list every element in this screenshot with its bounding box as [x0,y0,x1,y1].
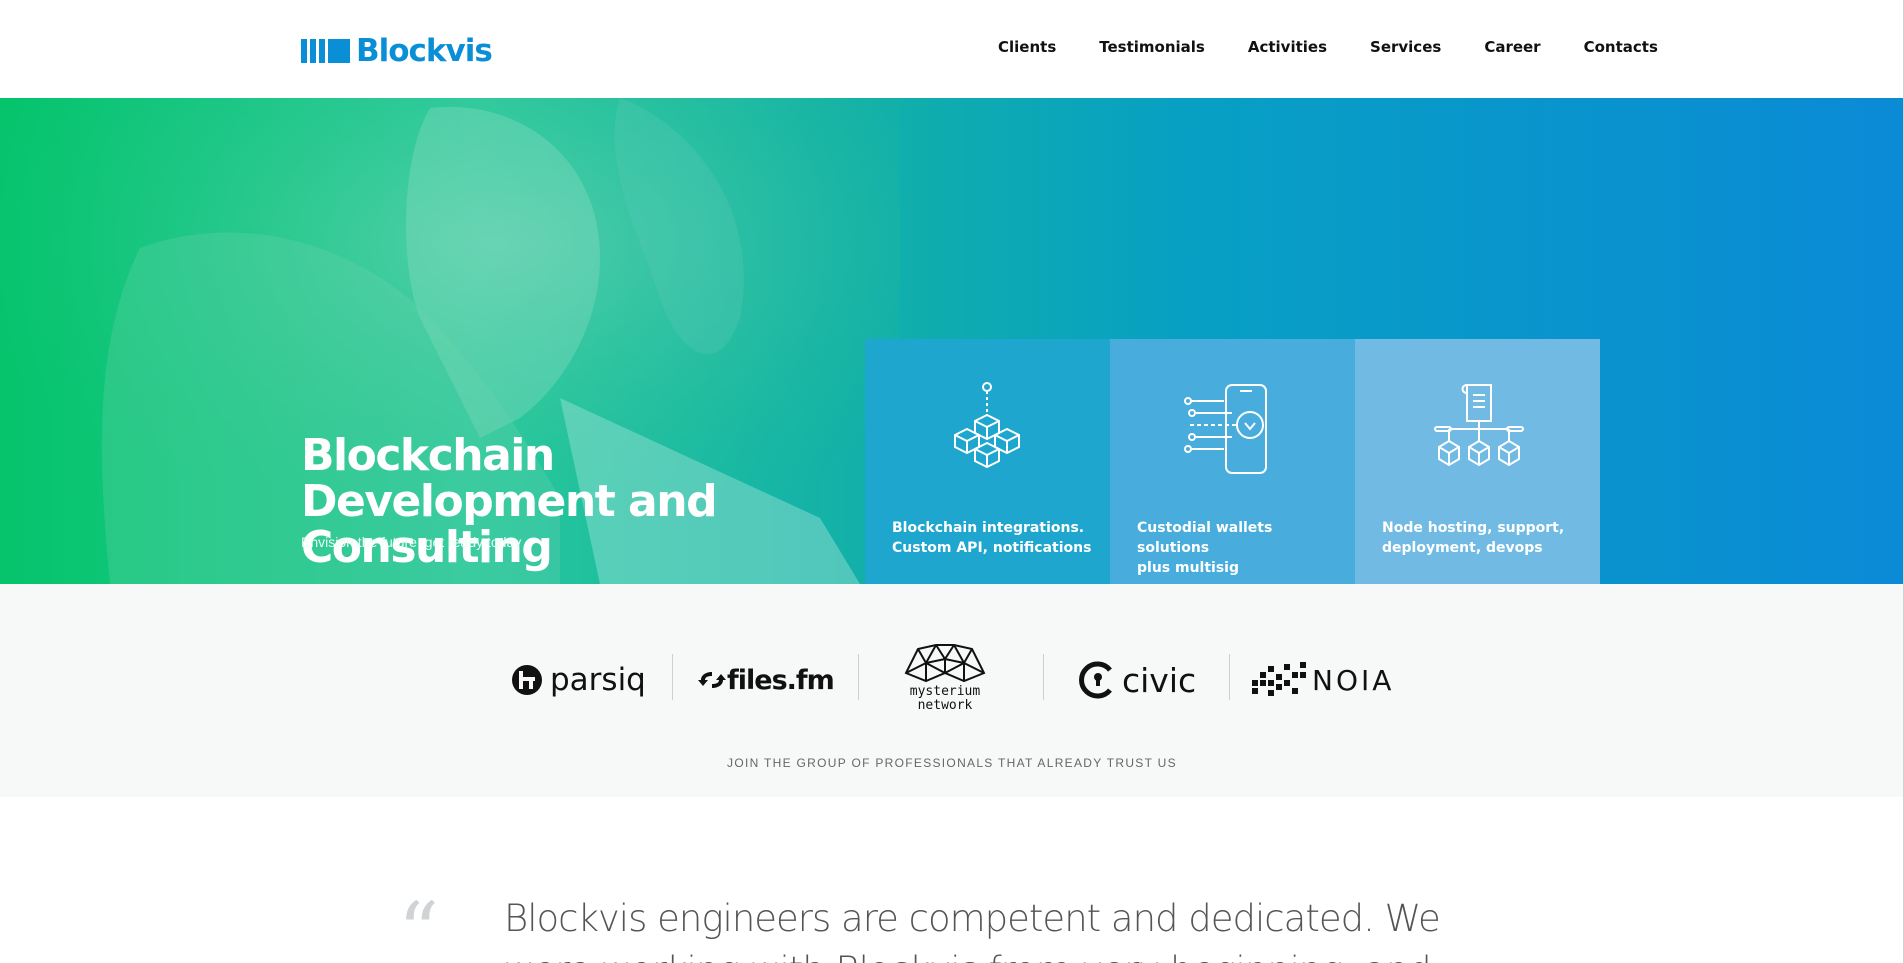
brand-logo[interactable]: Blockvis [301,33,493,69]
logo-mark-icon [301,39,350,63]
logo-divider [1043,654,1044,700]
blockchain-cubes-icon [954,382,1020,469]
client-name: civic [1122,660,1197,700]
service-card-label: Node hosting, support, deployment, devop… [1382,520,1565,556]
client-name: mysterium network [909,684,981,713]
nav-services[interactable]: Services [1370,38,1441,56]
node-network-icon [1434,384,1524,467]
hero-title: Blockchain Development and Consulting [301,430,718,573]
client-name: parsiq [550,662,646,698]
logo-divider [1229,654,1230,700]
logo-divider [672,654,673,700]
service-cards: Blockchain integrations. Custom API, not… [865,339,1600,584]
logo-divider [858,654,859,700]
nav-career[interactable]: Career [1484,38,1540,56]
service-card-integrations[interactable]: Blockchain integrations. Custom API, not… [865,339,1110,584]
nav-testimonials[interactable]: Testimonials [1099,38,1205,56]
mysterium-logo-icon [904,644,986,683]
site-header: Blockvis Clients Testimonials Activities… [0,0,1904,98]
nav-contacts[interactable]: Contacts [1584,38,1658,56]
main-nav: Clients Testimonials Activities Services… [998,38,1658,56]
client-logo-filesfm[interactable]: files.fm [697,650,835,710]
service-card-label: Custodial wallets solutions plus multisi… [1137,520,1273,576]
testimonial-text: Blockvis engineers are competent and ded… [504,897,1441,963]
nav-activities[interactable]: Activities [1248,38,1327,56]
civic-logo-icon [1079,661,1112,699]
noia-logo-icon [1252,662,1306,696]
client-logo-mysterium[interactable]: mysterium network [900,640,990,716]
service-card-nodes[interactable]: Node hosting, support, deployment, devop… [1355,339,1600,584]
hero-subtitle: Envision the future, get ready today [301,534,522,550]
client-name: files.fm [727,664,835,696]
client-name: NOIA [1312,663,1395,697]
service-card-label: Blockchain integrations. Custom API, not… [892,520,1092,556]
client-logo-civic[interactable]: civic [1078,650,1196,710]
filesfm-logo-icon [698,672,726,688]
mobile-wallet-icon [1184,384,1267,474]
quote-mark-icon: “ [398,885,439,963]
client-logo-parsiq[interactable]: parsiq [510,650,646,710]
client-logo-noia[interactable]: NOIA [1252,650,1394,710]
brand-name: Blockvis [356,33,493,69]
nav-clients[interactable]: Clients [998,38,1056,56]
parsiq-logo-icon [512,665,542,695]
service-card-wallets[interactable]: Custodial wallets solutions plus multisi… [1110,339,1355,584]
trust-tagline: JOIN THE GROUP OF PROFESSIONALS THAT ALR… [727,756,1177,770]
